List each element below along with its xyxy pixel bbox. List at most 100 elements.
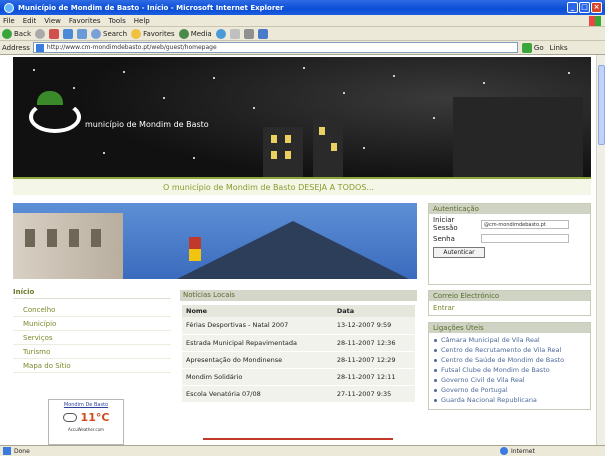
building-window bbox=[91, 229, 101, 247]
news-date: 13-12-2007 9:59 bbox=[332, 317, 415, 335]
globe-icon bbox=[500, 447, 508, 455]
snowflake bbox=[33, 69, 35, 71]
search-icon bbox=[91, 28, 101, 39]
vertical-scrollbar[interactable] bbox=[596, 55, 605, 445]
scrollbar-thumb[interactable] bbox=[598, 65, 605, 145]
lit-window bbox=[271, 151, 277, 159]
webmail-box: Correio Electrónico Entrar bbox=[428, 290, 591, 316]
back-button[interactable]: Back bbox=[2, 28, 31, 39]
search-button[interactable]: Search bbox=[91, 28, 128, 39]
login-input[interactable]: @cm-mondimdebasto.pt bbox=[481, 219, 569, 229]
weather-widget[interactable]: Mondim De Basto 11°C AccuWeather.com bbox=[48, 399, 124, 445]
menu-view[interactable]: View bbox=[44, 17, 61, 25]
password-input[interactable] bbox=[481, 234, 569, 243]
print-icon[interactable] bbox=[243, 28, 254, 39]
media-button[interactable]: Media bbox=[178, 28, 212, 39]
login-button[interactable]: Autenticar bbox=[433, 247, 485, 258]
menu-tools[interactable]: Tools bbox=[109, 17, 126, 25]
snowflake bbox=[303, 67, 305, 69]
greeting-bar: O município de Mondim de Basto DESEJA A … bbox=[13, 177, 591, 195]
building-window bbox=[69, 229, 79, 247]
link-item[interactable]: Centro de Recrutamento de Vila Real bbox=[433, 346, 586, 354]
sidebar-item-concelho[interactable]: Concelho bbox=[13, 303, 171, 317]
lit-window bbox=[271, 135, 277, 143]
building-silhouette bbox=[263, 127, 303, 177]
table-header-row: Nome Data bbox=[182, 305, 415, 317]
login-heading: Autenticação bbox=[429, 204, 590, 214]
news-title[interactable]: Mondim Solidário bbox=[182, 368, 333, 386]
history-icon[interactable] bbox=[215, 28, 226, 39]
webmail-link[interactable]: Entrar bbox=[429, 301, 590, 315]
link-item[interactable]: Guarda Nacional Republicana bbox=[433, 396, 586, 404]
news-title[interactable]: Escola Venatória 07/08 bbox=[182, 385, 333, 403]
snowflake bbox=[163, 97, 165, 99]
menu-edit[interactable]: Edit bbox=[23, 17, 37, 25]
refresh-icon[interactable] bbox=[63, 28, 73, 39]
mail-icon[interactable] bbox=[229, 28, 240, 39]
link-item[interactable]: Governo de Portugal bbox=[433, 386, 586, 394]
news-date: 28-11-2007 12:11 bbox=[332, 368, 415, 386]
link-item[interactable]: Governo Civil de Vila Real bbox=[433, 376, 586, 384]
url-text: http://www.cm-mondimdebasto.pt/web/guest… bbox=[46, 44, 217, 51]
sidebar-item-municipio[interactable]: Município bbox=[13, 317, 171, 331]
sidebar-item-servicos[interactable]: Serviços bbox=[13, 331, 171, 345]
weather-temperature: 11°C bbox=[80, 411, 110, 424]
weather-title[interactable]: Mondim De Basto bbox=[49, 402, 123, 408]
link-item[interactable]: Câmara Municipal de Vila Real bbox=[433, 336, 586, 344]
go-arrow-icon bbox=[521, 42, 532, 53]
table-row[interactable]: Estrada Municipal Repavimentada 28-11-20… bbox=[182, 334, 415, 352]
cloud-icon bbox=[62, 413, 77, 422]
sidebar-item-turismo[interactable]: Turismo bbox=[13, 345, 171, 359]
header-banner: município de Mondim de Basto O município… bbox=[13, 57, 591, 195]
maximize-button[interactable]: □ bbox=[579, 2, 590, 13]
building-window bbox=[25, 229, 35, 247]
news-table: Nome Data Férias Desportivas - Natal 200… bbox=[182, 305, 415, 403]
menu-favorites[interactable]: Favorites bbox=[69, 17, 101, 25]
mountain bbox=[173, 221, 413, 279]
christmas-decoration bbox=[203, 438, 393, 444]
link-item[interactable]: Centro de Saúde de Mondim de Basto bbox=[433, 356, 586, 364]
sidebar-heading[interactable]: Início bbox=[13, 288, 171, 299]
news-title[interactable]: Férias Desportivas - Natal 2007 bbox=[182, 317, 333, 335]
close-button[interactable]: × bbox=[591, 2, 602, 13]
menu-bar: File Edit View Favorites Tools Help bbox=[0, 15, 605, 27]
snowflake bbox=[343, 92, 345, 94]
news-panel: Notícias Locais Nome Data Férias Desport… bbox=[180, 290, 417, 403]
table-row[interactable]: Apresentação do Mondinense 28-11-2007 12… bbox=[182, 351, 415, 369]
home-icon[interactable] bbox=[77, 28, 87, 39]
menu-file[interactable]: File bbox=[3, 17, 15, 25]
news-date: 28-11-2007 12:36 bbox=[332, 334, 415, 352]
security-zone: Internet bbox=[500, 447, 535, 455]
sidebar-nav: Concelho Município Serviços Turismo Mapa… bbox=[13, 303, 171, 373]
menu-help[interactable]: Help bbox=[134, 17, 150, 25]
edit-icon[interactable] bbox=[257, 28, 268, 39]
flag bbox=[189, 237, 201, 261]
table-row[interactable]: Mondim Solidário 28-11-2007 12:11 bbox=[182, 368, 415, 386]
stop-icon[interactable] bbox=[49, 28, 59, 39]
sidebar-item-mapa[interactable]: Mapa do Sítio bbox=[13, 359, 171, 373]
favorites-label: Favorites bbox=[143, 29, 175, 38]
minimize-button[interactable]: _ bbox=[567, 2, 578, 13]
media-label: Media bbox=[190, 29, 212, 38]
snowflake bbox=[213, 77, 215, 79]
status-bar: Done Internet bbox=[0, 445, 605, 456]
search-label: Search bbox=[103, 29, 128, 38]
forward-arrow-icon[interactable] bbox=[35, 28, 45, 39]
link-item[interactable]: Futsal Clube de Mondim de Basto bbox=[433, 366, 586, 374]
address-label: Address bbox=[2, 43, 30, 52]
window-title: Município de Mondim de Basto - Início - … bbox=[18, 3, 284, 12]
news-title[interactable]: Estrada Municipal Repavimentada bbox=[182, 334, 333, 352]
table-row[interactable]: Escola Venatória 07/08 27-11-2007 9:35 bbox=[182, 385, 415, 403]
town-hall-photo bbox=[13, 203, 417, 279]
building-window bbox=[47, 229, 57, 247]
login-row: Iniciar Sessão @cm-mondimdebasto.pt bbox=[433, 216, 586, 232]
links-button[interactable]: Links bbox=[550, 44, 568, 52]
go-button[interactable]: Go bbox=[521, 42, 544, 53]
municipality-logo-icon bbox=[29, 101, 81, 133]
webmail-heading: Correio Electrónico bbox=[429, 291, 590, 301]
news-title[interactable]: Apresentação do Mondinense bbox=[182, 351, 333, 369]
url-input[interactable]: http://www.cm-mondimdebasto.pt/web/guest… bbox=[32, 42, 518, 53]
windows-logo-icon bbox=[589, 16, 601, 26]
favorites-button[interactable]: Favorites bbox=[131, 28, 175, 39]
table-row[interactable]: Férias Desportivas - Natal 2007 13-12-20… bbox=[182, 317, 415, 335]
